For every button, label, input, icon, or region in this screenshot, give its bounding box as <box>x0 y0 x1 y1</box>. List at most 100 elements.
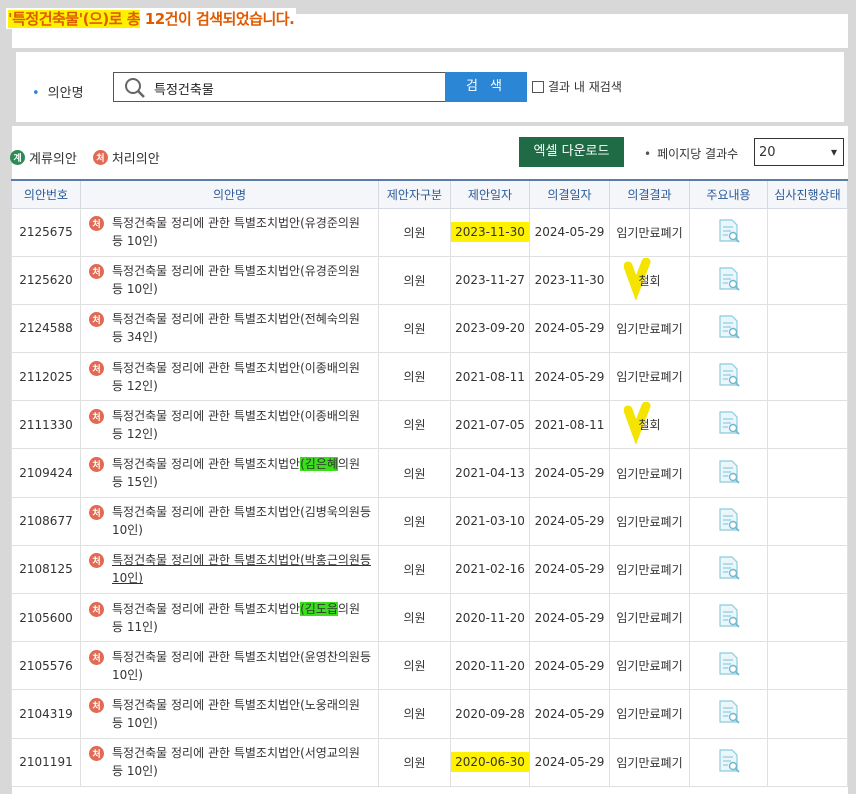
search-label: 의안명 <box>32 82 84 101</box>
document-search-icon[interactable] <box>716 748 742 774</box>
result-value: 임기만료폐기 <box>616 321 683 336</box>
bill-title-cell[interactable]: 처 특정건축물 정리에 관한 특별조치법안(박홍근의원등 10인) <box>80 544 379 595</box>
bill-title-link[interactable]: 특정건축물 정리에 관한 특별조치법안(노웅래의원 등 10인) <box>112 696 360 732</box>
document-search-icon[interactable] <box>716 555 742 581</box>
excel-download-button[interactable]: 엑셀 다운로드 <box>519 137 624 167</box>
document-search-icon[interactable] <box>716 651 742 677</box>
chevron-down-icon: ▾ <box>830 145 837 159</box>
bill-title-link[interactable]: 특정건축물 정리에 관한 특별조치법안(박홍근의원등 10인) <box>112 551 371 587</box>
proposed-date-cell: 2021-02-16 <box>450 544 530 595</box>
per-page-select[interactable]: 20 ▾ <box>754 138 844 166</box>
bill-title-cell[interactable]: 처 특정건축물 정리에 관한 특별조치법안(김도읍의원 등 11인) <box>80 592 379 643</box>
review-status-cell <box>767 400 848 450</box>
table-row: 2125675 처 특정건축물 정리에 관한 특별조치법안(유경준의원 등 10인… <box>11 207 848 257</box>
re-search-label: 결과 내 재검색 <box>548 80 622 94</box>
bill-title-link[interactable]: 특정건축물 정리에 관한 특별조치법안(유경준의원 등 10인) <box>112 214 360 250</box>
search-panel: 의안명 특정건축물 검 색 결과 내 재검색 <box>12 48 848 126</box>
result-cell: 임기만료폐기 <box>609 207 690 257</box>
review-status-cell <box>767 737 848 787</box>
bill-title-line1: 특정건축물 정리에 관한 특별조치법안(김병욱의원등 <box>112 505 372 520</box>
bill-title-cell[interactable]: 처 특정건축물 정리에 관한 특별조치법안(전혜숙의원 등 34인) <box>80 303 379 354</box>
document-search-icon[interactable] <box>716 218 742 244</box>
bill-title-link[interactable]: 특정건축물 정리에 관한 특별조치법안(윤영찬의원등 10인) <box>112 648 371 684</box>
table-row: 2109424 처 특정건축물 정리에 관한 특별조치법안(김은혜의원 등 15인… <box>11 448 848 498</box>
document-search-icon[interactable] <box>716 459 742 485</box>
table-row: 2108125 처 특정건축물 정리에 관한 특별조치법안(박홍근의원등 10인)… <box>11 544 848 595</box>
header-proposer-type[interactable]: 제안자구분 <box>378 179 451 209</box>
decided-date: 2024-05-29 <box>529 592 610 643</box>
proposed-date: 2020-09-28 <box>455 706 525 721</box>
bill-title-link[interactable]: 특정건축물 정리에 관한 특별조치법안(김병욱의원등 10인) <box>112 503 371 539</box>
document-search-icon[interactable] <box>716 603 742 629</box>
bill-title-cell[interactable]: 처 특정건축물 정리에 관한 특별조치법안(이종배의원 등 12인) <box>80 400 379 450</box>
processed-badge-icon: 처 <box>89 360 104 376</box>
bill-title-line2: 10인) <box>112 667 143 682</box>
header-result[interactable]: 의결결과 <box>609 179 690 209</box>
result-value: 임기만료폐기 <box>616 659 683 674</box>
processed-badge-icon: 처 <box>89 601 104 617</box>
bill-title-line2: 등 15인) <box>112 475 158 490</box>
bill-title-cell[interactable]: 처 특정건축물 정리에 관한 특별조치법안(유경준의원 등 10인) <box>80 207 379 257</box>
bill-title-link[interactable]: 특정건축물 정리에 관한 특별조치법안(김은혜의원 등 15인) <box>112 455 360 491</box>
header-decided-date[interactable]: 의결일자 <box>529 179 610 209</box>
bill-title-link[interactable]: 특정건축물 정리에 관한 특별조치법안(이종배의원 등 12인) <box>112 359 360 395</box>
bill-no: 2105600 <box>11 592 81 643</box>
bill-title-line2: 10인) <box>112 571 143 586</box>
result-cell: 임기만료폐기 <box>609 592 690 643</box>
table-row: 2125620 처 특정건축물 정리에 관한 특별조치법안(유경준의원 등 10인… <box>11 255 848 305</box>
review-status-cell <box>767 448 848 498</box>
proposer-type: 의원 <box>378 544 451 595</box>
header-proposed-date[interactable]: 제안일자 <box>450 179 530 209</box>
summary-cell <box>689 207 768 257</box>
bill-title-cell[interactable]: 처 특정건축물 정리에 관한 특별조치법안(노웅래의원 등 10인) <box>80 689 379 739</box>
proposed-date: 2023-09-20 <box>455 321 525 336</box>
bill-title-line2: 등 34인) <box>112 330 158 345</box>
processed-badge-icon: 처 <box>89 264 104 280</box>
document-search-icon[interactable] <box>716 362 742 388</box>
pending-badge-icon: 계 <box>10 150 25 165</box>
document-search-icon[interactable] <box>716 507 742 533</box>
proposed-date-cell: 2021-07-05 <box>450 400 530 450</box>
re-search-checkbox[interactable] <box>532 80 544 93</box>
table-row: 2105600 처 특정건축물 정리에 관한 특별조치법안(김도읍의원 등 11인… <box>11 592 848 643</box>
document-search-icon[interactable] <box>716 314 742 340</box>
document-search-icon[interactable] <box>716 699 742 725</box>
proposed-date-cell: 2023-09-20 <box>450 303 530 354</box>
bill-title-cell[interactable]: 처 특정건축물 정리에 관한 특별조치법안(서영교의원 등 10인) <box>80 737 379 787</box>
bill-title-cell[interactable]: 처 특정건축물 정리에 관한 특별조치법안(김병욱의원등 10인) <box>80 496 379 546</box>
summary-cell <box>689 641 768 691</box>
search-button[interactable]: 검 색 <box>445 72 527 102</box>
processed-badge-icon: 처 <box>89 553 104 569</box>
header-bill-title[interactable]: 의안명 <box>80 179 379 209</box>
header-bill-no[interactable]: 의안번호 <box>11 179 81 209</box>
proposer-type: 의원 <box>378 496 451 546</box>
bill-title-link[interactable]: 특정건축물 정리에 관한 특별조치법안(서영교의원 등 10인) <box>112 744 360 780</box>
processed-badge-icon: 처 <box>89 746 104 762</box>
bill-title-line1: 특정건축물 정리에 관한 특별조치법안(이종배의원 <box>112 408 360 423</box>
re-search-option[interactable]: 결과 내 재검색 <box>532 78 622 95</box>
bill-title-cell[interactable]: 처 특정건축물 정리에 관한 특별조치법안(이종배의원 등 12인) <box>80 352 379 402</box>
proposer-type: 의원 <box>378 207 451 257</box>
document-search-icon[interactable] <box>716 266 742 292</box>
bill-title-cell[interactable]: 처 특정건축물 정리에 관한 특별조치법안(유경준의원 등 10인) <box>80 255 379 305</box>
bill-no: 2111330 <box>11 400 81 450</box>
bill-title-cell[interactable]: 처 특정건축물 정리에 관한 특별조치법안(김은혜의원 등 15인) <box>80 448 379 498</box>
bill-title-link[interactable]: 특정건축물 정리에 관한 특별조치법안(이종배의원 등 12인) <box>112 407 360 443</box>
proposed-date-cell: 2021-03-10 <box>450 496 530 546</box>
summary-cell <box>689 689 768 739</box>
bill-title-link[interactable]: 특정건축물 정리에 관한 특별조치법안(유경준의원 등 10인) <box>112 262 360 298</box>
bill-no: 2112025 <box>11 352 81 402</box>
proposer-type: 의원 <box>378 689 451 739</box>
page: '특정건축물'(으)로 총 12건이 검색되었습니다. 의안명 특정건축물 검 … <box>0 0 856 794</box>
result-cell: 임기만료폐기 <box>609 737 690 787</box>
bill-title-cell[interactable]: 처 특정건축물 정리에 관한 특별조치법안(윤영찬의원등 10인) <box>80 641 379 691</box>
proposed-date-cell: 2021-04-13 <box>450 448 530 498</box>
review-status-cell <box>767 255 848 305</box>
proposed-date: 2020-11-20 <box>455 658 525 673</box>
bill-title-link[interactable]: 특정건축물 정리에 관한 특별조치법안(전혜숙의원 등 34인) <box>112 310 360 346</box>
bill-title-link[interactable]: 특정건축물 정리에 관한 특별조치법안(김도읍의원 등 11인) <box>112 600 360 636</box>
document-search-icon[interactable] <box>716 410 742 436</box>
result-cell: 임기만료폐기 <box>609 352 690 402</box>
proposer-type: 의원 <box>378 448 451 498</box>
decided-date: 2024-05-29 <box>529 448 610 498</box>
